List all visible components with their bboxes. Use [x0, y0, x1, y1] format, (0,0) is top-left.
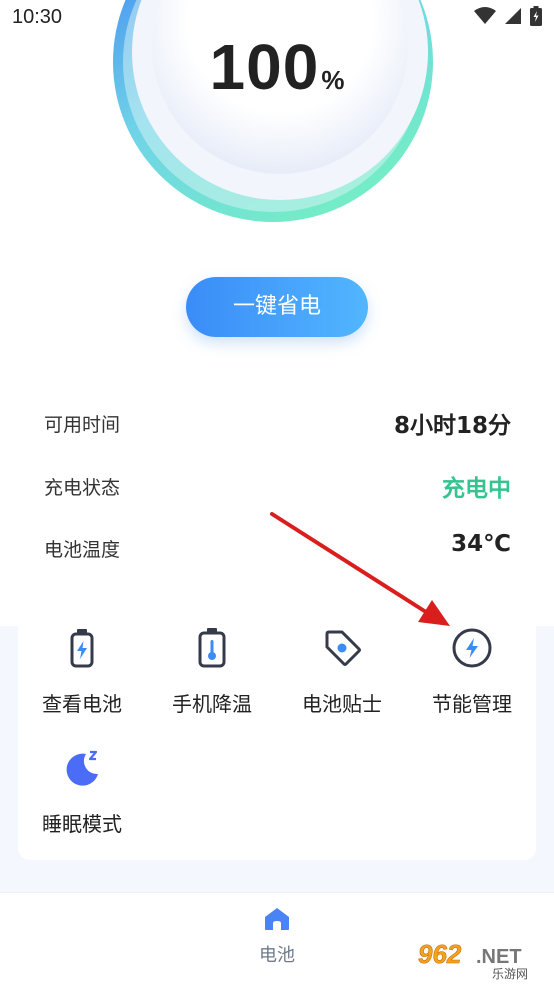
info-row-charge-status: 充电状态 充电中 [44, 465, 511, 505]
feature-view-battery-label: 查看电池 [42, 692, 122, 716]
info-row-battery-temperature: 电池温度 34℃ [44, 527, 511, 567]
charge-status-label: 充电状态 [44, 477, 121, 499]
battery-temperature-label: 电池温度 [44, 539, 121, 561]
svg-text:乐游网: 乐游网 [492, 967, 528, 980]
watermark-logo: 962 .NET 乐游网 [418, 939, 528, 980]
battery-percentage-value: 100 [209, 31, 320, 103]
tab-battery-label: 电池 [259, 945, 295, 966]
battery-percentage: 100% [0, 30, 554, 104]
svg-text:.NET: .NET [476, 946, 522, 968]
moon-sleep-icon [66, 750, 98, 786]
battery-temperature-value: 34℃ [451, 531, 511, 557]
lightning-circle-icon [452, 628, 492, 668]
status-icons [474, 6, 542, 26]
feature-sleep-mode-label: 睡眠模式 [42, 812, 122, 836]
charge-status-value: 充电中 [442, 476, 511, 502]
battery-icon [70, 629, 94, 668]
status-bar: 10:30 [0, 0, 554, 40]
feature-phone-cooling[interactable]: 手机降温 [148, 626, 276, 717]
available-time-value: 8小时18分 [393, 413, 511, 439]
feature-power-saving[interactable]: 节能管理 [408, 626, 536, 717]
wifi-icon [474, 7, 496, 24]
signal-icon [505, 8, 521, 24]
feature-grid: 查看电池 手机降温 电池贴士 节能管理 睡眠模式 [18, 596, 536, 860]
feature-view-battery[interactable]: 查看电池 [18, 626, 146, 717]
tag-icon [325, 630, 361, 666]
feature-battery-tips[interactable]: 电池贴士 [278, 626, 406, 717]
status-time: 10:30 [12, 6, 63, 28]
battery-percentage-unit: % [321, 65, 345, 95]
home-icon [265, 908, 289, 930]
feature-phone-cooling-label: 手机降温 [172, 692, 252, 716]
available-time-label: 可用时间 [44, 414, 121, 436]
feature-sleep-mode[interactable]: 睡眠模式 [18, 746, 146, 837]
battery-status-icon [530, 6, 542, 26]
one-key-save-button[interactable]: 一键省电 [186, 277, 368, 337]
thermometer-icon [198, 628, 226, 668]
tab-battery[interactable]: 电池 [237, 907, 317, 967]
feature-battery-tips-label: 电池贴士 [302, 692, 382, 716]
feature-power-saving-label: 节能管理 [432, 692, 512, 716]
svg-text:962: 962 [418, 939, 462, 969]
info-row-available-time: 可用时间 8小时18分 [44, 402, 511, 442]
